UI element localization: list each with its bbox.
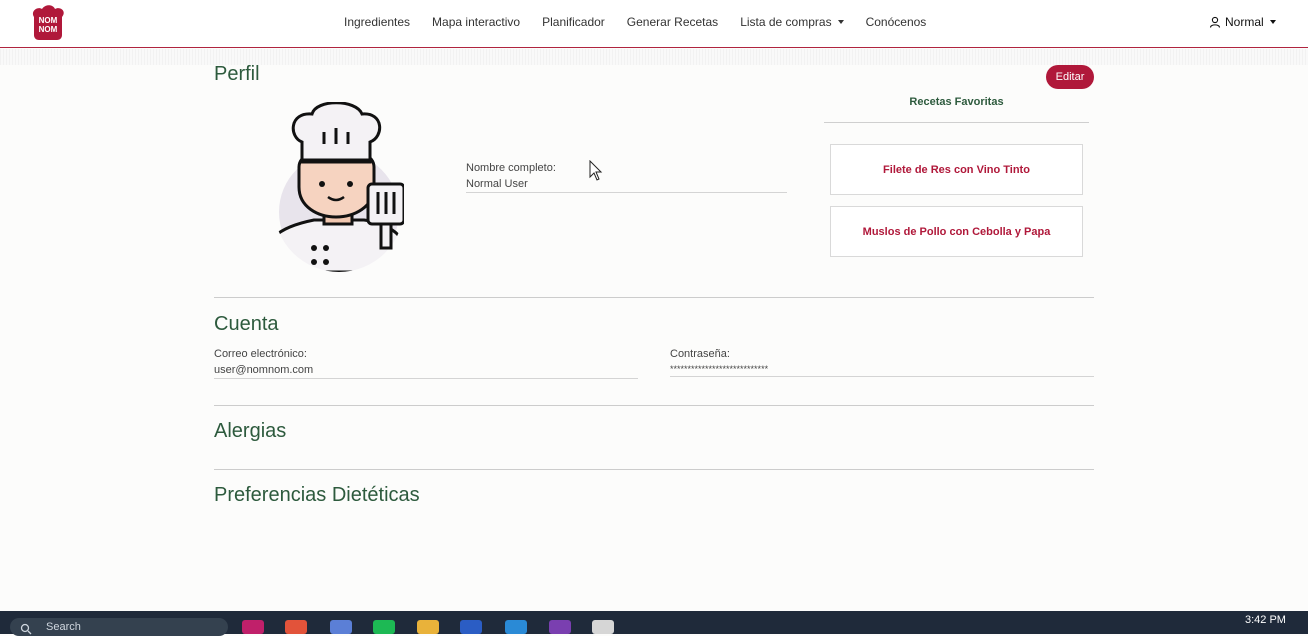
- app-icon[interactable]: [592, 620, 614, 634]
- nav-shadow: [0, 49, 1308, 65]
- nav-link-lista-compras[interactable]: Lista de compras: [740, 15, 844, 29]
- app-icon[interactable]: [285, 620, 307, 634]
- email-field: Correo electrónico: user@nomnom.com: [214, 348, 638, 379]
- nav-link-mapa[interactable]: Mapa interactivo: [432, 15, 520, 29]
- app-icon[interactable]: [549, 620, 571, 634]
- edit-button[interactable]: Editar: [1046, 65, 1094, 89]
- user-menu[interactable]: Normal: [1209, 15, 1276, 29]
- app-icon[interactable]: [242, 620, 264, 634]
- nav-link-lista-compras-label: Lista de compras: [740, 15, 832, 29]
- nav-link-generar-recetas[interactable]: Generar Recetas: [627, 15, 718, 29]
- full-name-label: Nombre completo:: [466, 162, 556, 174]
- taskbar-clock: 3:42 PM: [1245, 614, 1286, 626]
- favorite-recipe-card[interactable]: Filete de Res con Vino Tinto: [830, 144, 1083, 195]
- mouse-pointer-icon: [589, 160, 603, 181]
- nav-link-planificador[interactable]: Planificador: [542, 15, 605, 29]
- favorites-title: Recetas Favoritas: [824, 96, 1089, 123]
- nomnom-logo[interactable]: NOM NOM: [28, 5, 68, 41]
- folder-icon[interactable]: [417, 620, 439, 634]
- taskbar-search[interactable]: Search: [10, 618, 228, 636]
- browser-icon[interactable]: [330, 620, 352, 634]
- svg-text:NOM: NOM: [39, 25, 58, 34]
- full-name-value: Normal User: [466, 178, 528, 190]
- taskbar-search-label: Search: [46, 621, 81, 633]
- nav-link-conocenos[interactable]: Conócenos: [866, 15, 927, 29]
- chevron-down-icon: [1269, 20, 1276, 24]
- chevron-down-icon: [837, 20, 844, 24]
- email-value: user@nomnom.com: [214, 364, 314, 376]
- nav-links: Ingredientes Mapa interactivo Planificad…: [344, 15, 926, 29]
- chef-avatar: [274, 102, 404, 272]
- user-icon: [1209, 16, 1221, 28]
- profile-title: Perfil: [214, 63, 260, 85]
- allergies-title: Alergias: [214, 420, 287, 442]
- user-name: Normal: [1225, 15, 1264, 29]
- section-divider: [214, 469, 1094, 470]
- email-label: Correo electrónico:: [214, 348, 307, 360]
- password-value: ****************************: [670, 364, 769, 374]
- section-divider: [214, 405, 1094, 406]
- ide-icon[interactable]: [460, 620, 482, 634]
- search-icon: [20, 623, 32, 635]
- section-divider: [214, 297, 1094, 298]
- nav-link-ingredientes[interactable]: Ingredientes: [344, 15, 410, 29]
- full-name-field: Nombre completo: Normal User: [466, 162, 787, 193]
- vscode-icon[interactable]: [505, 620, 527, 634]
- spotify-icon[interactable]: [373, 620, 395, 634]
- password-field: Contraseña: ****************************: [670, 348, 1094, 377]
- svg-text:NOM: NOM: [39, 16, 58, 25]
- account-title: Cuenta: [214, 313, 279, 335]
- navbar: NOM NOM Ingredientes Mapa interactivo Pl…: [0, 0, 1308, 48]
- password-label: Contraseña:: [670, 348, 730, 360]
- favorite-recipe-card[interactable]: Muslos de Pollo con Cebolla y Papa: [830, 206, 1083, 257]
- diet-preferences-title: Preferencias Dietéticas: [214, 484, 420, 506]
